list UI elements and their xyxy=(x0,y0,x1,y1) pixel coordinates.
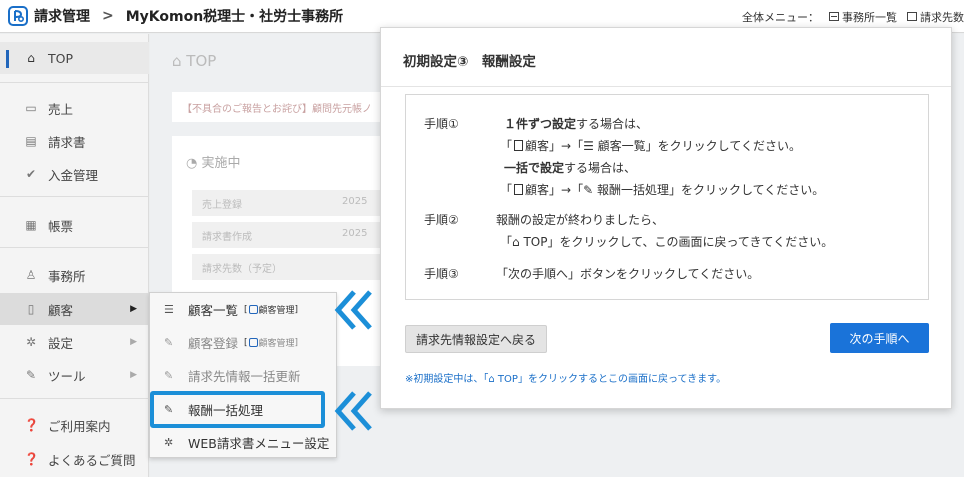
list-icon: ☰ xyxy=(583,139,594,153)
pointer-chevrons-icon xyxy=(334,391,372,431)
back-to-billing-settings-button[interactable]: 請求先情報設定へ戻る xyxy=(405,325,547,353)
sidebar-item-label: 帳票 xyxy=(48,218,74,234)
sidebar-item-clients[interactable]: ▯ 顧客 ▶ xyxy=(0,293,149,325)
client-management-badge: [顧客管理] xyxy=(244,304,299,317)
question-icon: ❓ xyxy=(24,418,39,432)
sidebar-item-label: 請求書 xyxy=(48,134,86,150)
gear-icon: ✲ xyxy=(164,436,174,449)
sidebar-item-label: 売上 xyxy=(48,101,74,117)
sidebar-divider xyxy=(0,196,149,197)
setup-modal: 初期設定③ 報酬設定 手順① １件ずつ設定する場合は、 「顧客」→「☰ 顧客一覧… xyxy=(380,27,952,409)
pencil-icon: ✎ xyxy=(164,369,174,382)
sidebar-item-label: TOP xyxy=(48,50,74,66)
sidebar-item-faq[interactable]: ❓ よくあるご質問 xyxy=(0,443,149,475)
pointer-chevrons-icon xyxy=(334,290,372,330)
billing-count-link[interactable]: 請求先数 xyxy=(907,9,964,25)
breadcrumb-separator: > xyxy=(102,8,114,24)
phone-icon xyxy=(514,184,524,195)
sidebar: ⌂ TOP ▭ 売上 ▤ 請求書 ✔ 入金管理 ▦ 帳票 ♙ 事務所 ▯ 顧客 … xyxy=(0,34,149,477)
office-name: MyKomon税理士・社労士事務所 xyxy=(125,9,344,25)
sidebar-item-label: よくあるご質問 xyxy=(48,452,136,468)
section-title: ◔ 実施中 xyxy=(186,156,241,171)
submenu-item-billing-bulk-update[interactable]: ✎ 請求先情報一括更新 xyxy=(150,359,338,392)
sidebar-item-tools[interactable]: ✎ ツール ▶ xyxy=(0,359,149,391)
submenu-item-client-list[interactable]: ☰ 顧客一覧 [顧客管理] xyxy=(150,293,338,326)
person-icon: ♙ xyxy=(25,268,37,282)
sidebar-item-label: ご利用案内 xyxy=(48,418,111,434)
table-icon xyxy=(907,12,917,21)
list-icon xyxy=(829,12,839,21)
phone-icon xyxy=(514,140,524,151)
sidebar-item-guide[interactable]: ❓ ご利用案内 xyxy=(0,409,149,441)
step-3: 手順③ 「次の手順へ」ボタンをクリックしてください。 xyxy=(424,267,760,281)
next-step-button[interactable]: 次の手順へ xyxy=(830,323,929,353)
step-2: 手順② 報酬の設定が終わりましたら、 「⌂ TOP」をクリックして、この画面に戻… xyxy=(424,213,834,249)
home-icon: ⌂ xyxy=(27,51,35,65)
table-icon: ▦ xyxy=(25,218,37,232)
clients-submenu: ☰ 顧客一覧 [顧客管理] ✎ 顧客登録 [顧客管理] ✎ 請求先情報一括更新 … xyxy=(149,292,337,458)
card-icon: ▭ xyxy=(25,101,37,115)
sidebar-item-invoice[interactable]: ▤ 請求書 xyxy=(0,125,149,157)
sidebar-item-label: 事務所 xyxy=(48,268,86,284)
sidebar-item-sales[interactable]: ▭ 売上 xyxy=(0,92,149,124)
page-title: ⌂ TOP xyxy=(172,52,217,70)
sidebar-divider xyxy=(0,82,149,83)
sidebar-item-settings[interactable]: ✲ 設定 ▶ xyxy=(0,326,149,358)
sidebar-item-office[interactable]: ♙ 事務所 xyxy=(0,259,149,291)
modal-title: 初期設定③ 報酬設定 xyxy=(403,54,536,70)
chevron-right-icon: ▶ xyxy=(130,370,137,380)
sidebar-divider xyxy=(0,398,149,399)
app-title[interactable]: 請求管理 xyxy=(34,6,90,26)
setup-note: ※初期設定中は、「⌂ TOP」をクリックするとこの画面に戻ってきます。 xyxy=(405,374,727,385)
sidebar-item-label: 入金管理 xyxy=(48,167,99,183)
instructions-box: 手順① １件ずつ設定する場合は、 「顧客」→「☰ 顧客一覧」をクリックしてくださ… xyxy=(405,94,929,300)
home-icon: ⌂ xyxy=(512,235,520,249)
step-1: 手順① １件ずつ設定する場合は、 「顧客」→「☰ 顧客一覧」をクリックしてくださ… xyxy=(424,117,825,197)
sidebar-item-top[interactable]: ⌂ TOP xyxy=(0,42,149,74)
phone-icon: ▯ xyxy=(27,302,35,316)
office-list-link[interactable]: 事務所一覧 xyxy=(829,9,897,25)
question-icon: ❓ xyxy=(24,452,39,466)
modal-divider xyxy=(381,86,951,87)
submenu-item-client-register[interactable]: ✎ 顧客登録 [顧客管理] xyxy=(150,326,338,359)
gear-icon: ✲ xyxy=(25,335,37,349)
sidebar-item-label: 顧客 xyxy=(48,302,74,318)
sidebar-item-label: 設定 xyxy=(48,335,74,351)
pencil-icon: ✎ xyxy=(583,183,594,197)
list-icon: ☰ xyxy=(164,303,174,316)
document-icon: ▤ xyxy=(25,134,37,148)
sidebar-item-payment[interactable]: ✔ 入金管理 xyxy=(0,158,149,190)
check-circle-icon: ✔ xyxy=(25,167,37,181)
chevron-right-icon: ▶ xyxy=(130,337,137,347)
sidebar-item-label: ツール xyxy=(48,368,86,384)
app-logo-icon xyxy=(8,6,28,26)
pencil-icon: ✎ xyxy=(164,336,174,349)
sidebar-divider xyxy=(0,247,149,248)
global-menu-label: 全体メニュー： xyxy=(742,10,819,24)
submenu-item-web-invoice-settings[interactable]: ✲ WEB請求書メニュー設定 xyxy=(150,426,338,459)
chevron-right-icon: ▶ xyxy=(130,304,137,314)
client-management-badge: [顧客管理] xyxy=(244,337,299,350)
sidebar-item-reports[interactable]: ▦ 帳票 xyxy=(0,209,149,241)
highlight-frame xyxy=(150,391,325,428)
wrench-icon: ✎ xyxy=(25,368,37,382)
